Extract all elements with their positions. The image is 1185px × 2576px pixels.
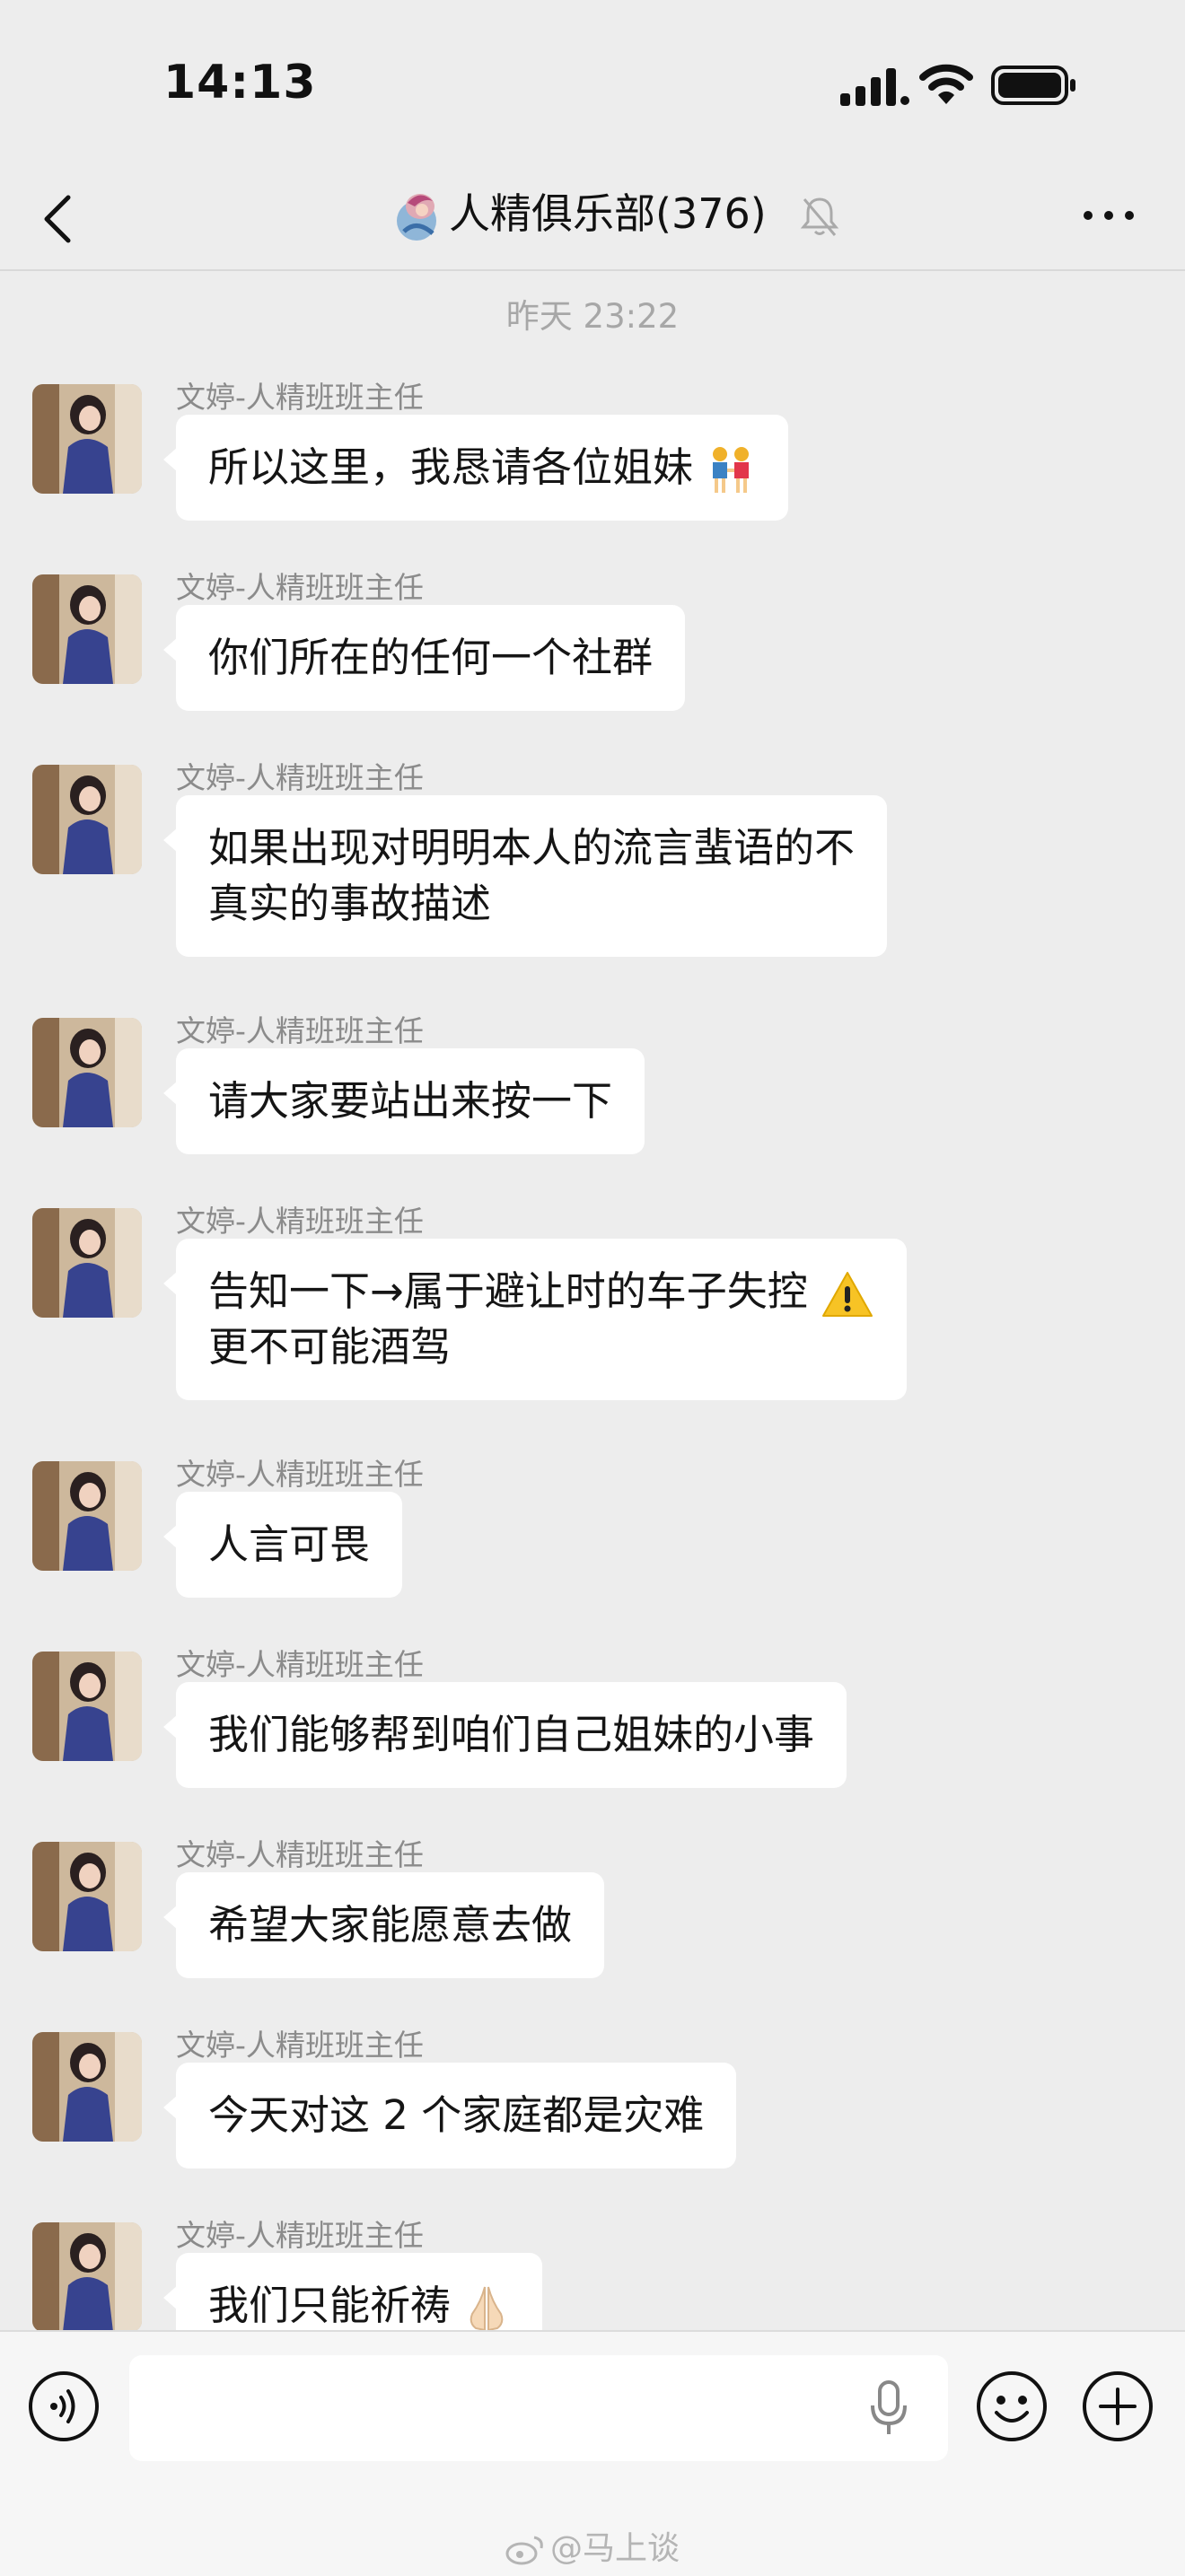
message-text: 更不可能酒驾	[208, 1323, 452, 1371]
weibo-logo-icon	[505, 2536, 543, 2565]
avatar[interactable]	[32, 574, 142, 684]
message-bubble[interactable]: 人言可畏	[162, 1492, 403, 1598]
watermark-text: @马上谈	[549, 2530, 680, 2567]
message-timestamp: 昨天 23:22	[505, 297, 680, 336]
chat-messages[interactable]: 昨天 23:22 文婷-人精班班主任 所以这里，我恳请各位姐妹 文婷-人精班班主…	[0, 271, 1185, 2330]
message-text: 今天对这 2 个家庭都是灾难	[208, 2091, 705, 2139]
warning-icon	[822, 1272, 873, 1317]
message-bubble[interactable]: 请大家要站出来按一下	[162, 1048, 645, 1154]
avatar[interactable]	[32, 1652, 142, 1761]
message-bubble[interactable]: 今天对这 2 个家庭都是灾难	[162, 2063, 737, 2169]
sender-name: 文婷-人精班班主任	[176, 2028, 424, 2063]
chat-header: 人精俱乐部(376)	[0, 171, 1185, 271]
message-bubble[interactable]: 告知一下→属于避让时的车子失控 更不可能酒驾	[162, 1239, 908, 1400]
message-text: 请大家要站出来按一下	[208, 1077, 613, 1125]
message-bubble[interactable]: 我们只能祈祷	[162, 2253, 543, 2330]
sender-name: 文婷-人精班班主任	[176, 2218, 424, 2253]
avatar[interactable]	[32, 1461, 142, 1571]
watermark: @马上谈	[0, 2522, 1185, 2569]
message-text: 希望大家能愿意去做	[208, 1901, 573, 1949]
back-arrow-icon[interactable]	[32, 183, 83, 255]
sender-name: 文婷-人精班班主任	[176, 1457, 424, 1492]
avatar[interactable]	[32, 1208, 142, 1318]
message-bubble[interactable]: 如果出现对明明本人的流言蜚语的不 真实的事故描述	[162, 795, 888, 957]
girls-holding-hands-icon	[713, 447, 750, 493]
avatar[interactable]	[32, 2032, 142, 2142]
microphone-icon[interactable]	[865, 2379, 912, 2438]
sender-name: 文婷-人精班班主任	[176, 1837, 424, 1872]
battery-icon	[991, 66, 1075, 105]
message-text: 如果出现对明明本人的流言蜚语的不	[208, 824, 856, 872]
group-logo-icon	[397, 194, 436, 241]
page-title: 人精俱乐部(376)	[449, 189, 767, 238]
sender-name: 文婷-人精班班主任	[176, 1647, 424, 1682]
sender-name: 文婷-人精班班主任	[176, 1013, 424, 1048]
message-text: 我们只能祈祷	[208, 2282, 452, 2329]
message-text: 告知一下→属于避让时的车子失控	[208, 1267, 808, 1315]
sender-name: 文婷-人精班班主任	[176, 1204, 424, 1239]
message-bubble[interactable]: 所以这里，我恳请各位姐妹	[162, 415, 789, 521]
wifi-icon	[919, 64, 973, 104]
more-options-icon[interactable]	[1077, 197, 1140, 233]
avatar[interactable]	[32, 2222, 142, 2330]
sender-name: 文婷-人精班班主任	[176, 760, 424, 795]
status-bar: 14:13	[0, 0, 1185, 171]
avatar[interactable]	[32, 384, 142, 494]
mute-bell-icon	[800, 197, 839, 236]
emoji-icon[interactable]	[975, 2370, 1049, 2443]
message-text: 人言可畏	[208, 1520, 371, 1568]
input-bar: @马上谈	[0, 2330, 1185, 2576]
cellular-signal-icon	[840, 68, 909, 106]
message-text: 你们所在的任何一个社群	[208, 634, 654, 681]
folded-hands-icon	[470, 2286, 504, 2330]
avatar[interactable]	[32, 1018, 142, 1127]
add-icon[interactable]	[1081, 2370, 1154, 2443]
avatar[interactable]	[32, 765, 142, 874]
message-bubble[interactable]: 你们所在的任何一个社群	[162, 605, 686, 711]
message-input[interactable]	[129, 2355, 948, 2461]
message-text: 所以这里，我恳请各位姐妹	[208, 443, 694, 491]
message-bubble[interactable]: 我们能够帮到咱们自己姐妹的小事	[162, 1682, 847, 1788]
sender-name: 文婷-人精班班主任	[176, 570, 424, 605]
sender-name: 文婷-人精班班主任	[176, 380, 424, 415]
avatar[interactable]	[32, 1842, 142, 1951]
voice-toggle-icon[interactable]	[27, 2370, 101, 2443]
status-time: 14:13	[163, 56, 317, 110]
message-text: 真实的事故描述	[208, 880, 492, 927]
message-bubble[interactable]: 希望大家能愿意去做	[162, 1872, 605, 1978]
message-text: 我们能够帮到咱们自己姐妹的小事	[208, 1711, 815, 1758]
